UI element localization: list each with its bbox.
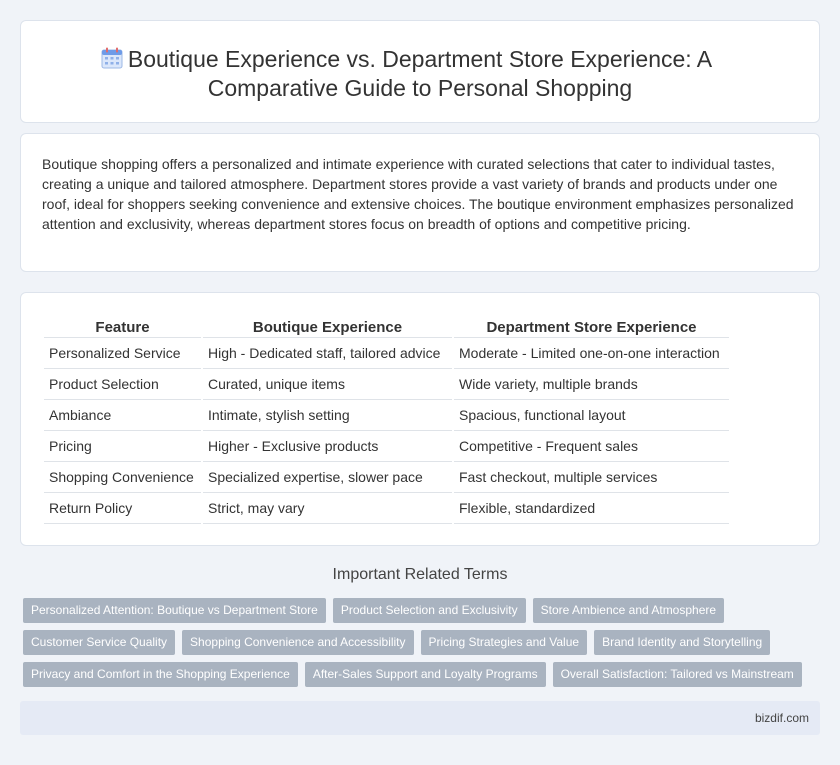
related-term-tag[interactable]: Store Ambience and Atmosphere <box>532 598 725 623</box>
related-term-tag[interactable]: Privacy and Comfort in the Shopping Expe… <box>23 662 298 687</box>
table-cell: High - Dedicated staff, tailored advice <box>203 338 452 369</box>
table-header-row: Feature Boutique Experience Department S… <box>44 316 729 338</box>
related-term-tag[interactable]: Customer Service Quality <box>23 630 176 655</box>
intro-card: Boutique shopping offers a personalized … <box>20 133 820 272</box>
intro-paragraph: Boutique shopping offers a personalized … <box>42 156 794 232</box>
table-row: Return Policy Strict, may vary Flexible,… <box>44 493 729 524</box>
table-row: Pricing Higher - Exclusive products Comp… <box>44 431 729 462</box>
table-cell: Wide variety, multiple brands <box>454 369 729 400</box>
column-header: Department Store Experience <box>454 316 729 338</box>
column-header: Feature <box>44 316 201 338</box>
table-row: Shopping Convenience Specialized experti… <box>44 462 729 493</box>
footer: bizdif.com <box>20 701 820 735</box>
table-cell: Return Policy <box>44 493 201 524</box>
site-link[interactable]: bizdif.com <box>755 711 809 725</box>
table-cell: Ambiance <box>44 400 201 431</box>
column-header: Boutique Experience <box>203 316 452 338</box>
table-cell: Fast checkout, multiple services <box>454 462 729 493</box>
related-term-tag[interactable]: Pricing Strategies and Value <box>420 630 588 655</box>
table-cell: Curated, unique items <box>203 369 452 400</box>
table-cell: Specialized expertise, slower pace <box>203 462 452 493</box>
table-cell: Competitive - Frequent sales <box>454 431 729 462</box>
related-term-tag[interactable]: Shopping Convenience and Accessibility <box>182 630 414 655</box>
table-cell: Intimate, stylish setting <box>203 400 452 431</box>
table-row: Personalized Service High - Dedicated st… <box>44 338 729 369</box>
comparison-card: Feature Boutique Experience Department S… <box>20 292 820 546</box>
table-cell: Higher - Exclusive products <box>203 431 452 462</box>
related-term-tag[interactable]: Product Selection and Exclusivity <box>332 598 526 623</box>
table-cell: Moderate - Limited one-on-one interactio… <box>454 338 729 369</box>
table-cell: Shopping Convenience <box>44 462 201 493</box>
table-cell: Spacious, functional layout <box>454 400 729 431</box>
table-row: Product Selection Curated, unique items … <box>44 369 729 400</box>
table-cell: Product Selection <box>44 369 201 400</box>
table-cell: Personalized Service <box>44 338 201 369</box>
related-terms-heading: Important Related Terms <box>332 566 508 583</box>
comparison-table: Feature Boutique Experience Department S… <box>42 316 731 524</box>
related-term-tag[interactable]: Brand Identity and Storytelling <box>594 630 771 655</box>
page-title: Boutique Experience vs. Department Store… <box>127 46 713 101</box>
related-term-tag[interactable]: After-Sales Support and Loyalty Programs <box>304 662 546 687</box>
related-term-tag[interactable]: Personalized Attention: Boutique vs Depa… <box>23 598 326 623</box>
table-row: Ambiance Intimate, stylish setting Spaci… <box>44 400 729 431</box>
table-cell: Flexible, standardized <box>454 493 729 524</box>
related-term-tag[interactable]: Overall Satisfaction: Tailored vs Mainst… <box>552 662 802 687</box>
table-cell: Strict, may vary <box>203 493 452 524</box>
table-cell: Pricing <box>44 431 201 462</box>
related-terms-list: Personalized Attention: Boutique vs Depa… <box>23 598 823 694</box>
header-card: Boutique Experience vs. Department Store… <box>20 20 820 123</box>
